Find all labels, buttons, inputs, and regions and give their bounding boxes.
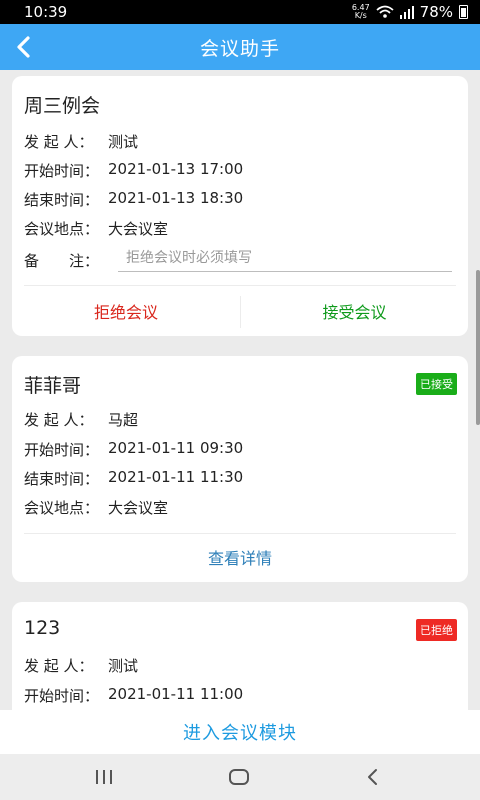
- app-header: 会议助手: [0, 24, 480, 70]
- start-time-row: 开始时间： 2021-01-13 17:00: [24, 160, 243, 181]
- view-details-button[interactable]: 查看详情: [12, 534, 468, 580]
- field-label: 发 起 人：: [24, 411, 94, 429]
- field-label: 开始时间：: [24, 441, 100, 459]
- meeting-title: 菲菲哥: [24, 375, 82, 397]
- field-value: 2021-01-11 09:30: [108, 439, 244, 457]
- scrollbar[interactable]: [476, 270, 480, 425]
- field-value: 测试: [108, 133, 139, 151]
- note-row: 备 注：: [24, 250, 108, 271]
- meeting-title: 周三例会: [24, 95, 101, 117]
- status-badge-accepted: 已接受: [416, 373, 457, 395]
- note-input[interactable]: [118, 244, 452, 272]
- page-title: 会议助手: [199, 37, 280, 60]
- reject-meeting-button[interactable]: 拒绝会议: [12, 286, 240, 336]
- home-icon[interactable]: [219, 762, 259, 792]
- status-time: 10:39: [24, 3, 68, 21]
- wifi-icon: [376, 5, 394, 18]
- location-row: 会议地点： 大会议室: [24, 218, 168, 239]
- speed-unit: K/s: [354, 11, 367, 20]
- organizer-row: 发 起 人： 测试: [24, 655, 138, 676]
- field-label: 会议地点：: [24, 499, 100, 517]
- field-value: 2021-01-13 18:30: [108, 189, 244, 207]
- recent-apps-icon[interactable]: [84, 762, 124, 792]
- start-time-row: 开始时间： 2021-01-11 11:00: [24, 685, 243, 706]
- field-label: 发 起 人：: [24, 657, 94, 675]
- field-label: 会议地点：: [24, 220, 100, 238]
- field-value: 测试: [108, 657, 139, 675]
- signal-icon: [399, 6, 414, 19]
- field-value: 2021-01-11 11:00: [108, 685, 244, 703]
- meeting-title: 123: [24, 617, 61, 639]
- field-label: 开始时间：: [24, 162, 100, 180]
- battery-percent: 78%: [419, 3, 453, 21]
- enter-meeting-module-button[interactable]: 进入会议模块: [0, 710, 480, 754]
- field-value: 马超: [108, 411, 139, 429]
- field-label: 开始时间：: [24, 687, 100, 705]
- status-badge-rejected: 已拒绝: [416, 619, 457, 641]
- system-nav-bar: [0, 754, 480, 800]
- field-label: 结束时间：: [24, 191, 100, 209]
- field-value: 大会议室: [108, 220, 169, 238]
- network-speed: 6.47 K/s: [352, 4, 370, 20]
- back-icon[interactable]: [353, 762, 393, 792]
- end-time-row: 结束时间： 2021-01-13 18:30: [24, 189, 243, 210]
- field-value: 大会议室: [108, 499, 169, 517]
- field-value: 2021-01-11 11:30: [108, 468, 244, 486]
- meeting-card: 周三例会 发 起 人： 测试 开始时间： 2021-01-13 17:00 结束…: [12, 76, 468, 336]
- meeting-list[interactable]: 周三例会 发 起 人： 测试 开始时间： 2021-01-13 17:00 结束…: [0, 70, 480, 710]
- status-bar: 10:39 6.47 K/s 78%: [0, 0, 480, 24]
- end-time-row: 结束时间： 2021-01-11 11:30: [24, 468, 243, 489]
- field-label: 发 起 人：: [24, 133, 94, 151]
- battery-icon: [459, 5, 468, 19]
- meeting-card[interactable]: 123 已拒绝 发 起 人： 测试 开始时间： 2021-01-11 11:00: [12, 602, 468, 710]
- back-arrow-icon[interactable]: [10, 32, 40, 62]
- location-row: 会议地点： 大会议室: [24, 497, 168, 518]
- status-right: 6.47 K/s 78%: [352, 3, 468, 21]
- organizer-row: 发 起 人： 马超: [24, 409, 138, 430]
- field-label: 结束时间：: [24, 470, 100, 488]
- start-time-row: 开始时间： 2021-01-11 09:30: [24, 439, 243, 460]
- meeting-card[interactable]: 菲菲哥 已接受 发 起 人： 马超 开始时间： 2021-01-11 09:30…: [12, 356, 468, 582]
- field-value: 2021-01-13 17:00: [108, 160, 244, 178]
- organizer-row: 发 起 人： 测试: [24, 131, 138, 152]
- accept-meeting-button[interactable]: 接受会议: [241, 286, 468, 336]
- note-label: 备 注：: [24, 252, 100, 270]
